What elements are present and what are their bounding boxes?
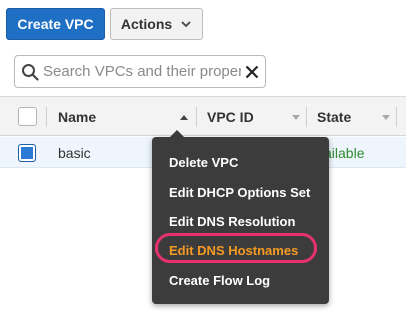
column-header-state[interactable]: State bbox=[317, 97, 351, 137]
row-name-cell: basic bbox=[58, 144, 91, 161]
sort-icon[interactable] bbox=[382, 97, 390, 137]
search-icon bbox=[22, 63, 39, 81]
search-box bbox=[14, 55, 266, 88]
highlight-annotation-ring bbox=[155, 233, 317, 263]
sort-icon[interactable] bbox=[292, 97, 300, 137]
chevron-down-icon bbox=[181, 21, 191, 28]
menu-item-create-flow-log[interactable]: Create Flow Log bbox=[169, 273, 270, 288]
select-all-checkbox[interactable] bbox=[18, 107, 37, 126]
column-label: Name bbox=[58, 109, 97, 125]
column-header-name[interactable]: Name bbox=[58, 97, 96, 137]
column-divider bbox=[196, 107, 197, 127]
column-divider bbox=[46, 107, 47, 127]
column-label: State bbox=[317, 109, 352, 125]
menu-item-edit-dns-resolution[interactable]: Edit DNS Resolution bbox=[169, 214, 295, 229]
column-divider bbox=[396, 107, 397, 127]
actions-label: Actions bbox=[120, 16, 173, 32]
close-icon[interactable] bbox=[245, 65, 259, 79]
actions-menu: Delete VPC Edit DHCP Options Set Edit DN… bbox=[152, 137, 329, 304]
menu-item-edit-dhcp-options-set[interactable]: Edit DHCP Options Set bbox=[169, 185, 310, 200]
vpc-console: Create VPC Actions Name VPC ID bbox=[0, 0, 406, 312]
row-checkbox[interactable] bbox=[18, 144, 36, 162]
menu-item-delete-vpc[interactable]: Delete VPC bbox=[169, 155, 238, 170]
create-vpc-button[interactable]: Create VPC bbox=[6, 8, 105, 40]
table-header: Name VPC ID State bbox=[0, 96, 406, 136]
column-divider bbox=[306, 107, 307, 127]
column-header-vpc-id[interactable]: VPC ID bbox=[207, 97, 254, 137]
actions-dropdown-button[interactable]: Actions bbox=[110, 8, 203, 40]
column-label: VPC ID bbox=[207, 109, 254, 125]
search-input[interactable] bbox=[43, 63, 241, 80]
